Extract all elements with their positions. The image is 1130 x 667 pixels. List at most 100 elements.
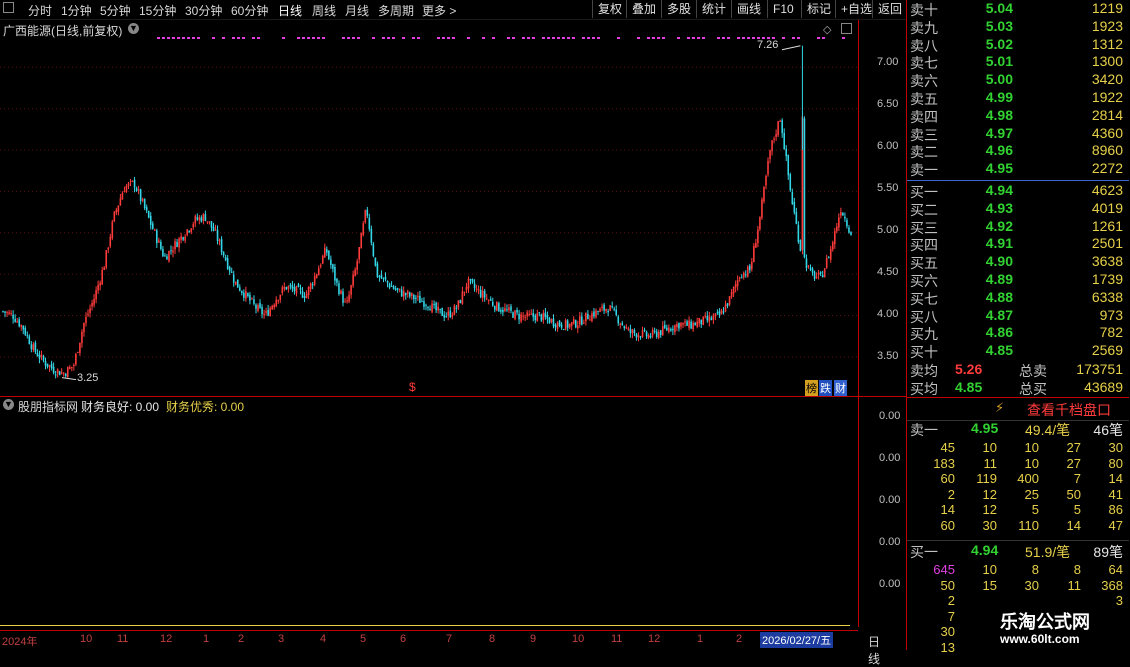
back-button[interactable]: 返回 [872,0,907,18]
price-tick: 6.50 [877,98,898,110]
candle-body [354,269,356,275]
bids-level-row[interactable]: 买三 4.92 1261 [909,218,1123,236]
candle-body [124,191,126,192]
adjust-button[interactable]: 复权 [592,0,627,18]
candle-body [205,214,207,221]
stats-button[interactable]: 统计 [696,0,731,18]
candle-body [429,309,431,311]
candle-body [437,307,439,311]
price-chart[interactable]: 广西能源(日线,前复权) ▼ ◇ 7.26 3.25 $ 榜 跌 财 [0,20,858,396]
candle-body [421,301,423,302]
candle-body [154,230,156,231]
rank-badge[interactable]: 榜 [805,380,818,396]
candle-body [176,242,178,247]
candle-body [721,310,723,314]
candle-body [381,275,383,279]
bids-level-row[interactable]: 买六 4.89 1739 [909,271,1123,289]
bids-level-row[interactable]: 买九 4.86 782 [909,324,1123,342]
signal-dot [237,37,240,39]
candle-body [385,277,387,280]
sell1-queue-avg: 49.4/笔 [1025,420,1070,440]
multi-stock-button[interactable]: 多股 [661,0,696,18]
avg-buy-label: 买均 [910,379,938,399]
asks-level-row[interactable]: 卖七 5.01 1300 [909,53,1123,71]
period-tab-daily[interactable]: 日线 [278,2,302,19]
diamond-icon[interactable]: ◇ [823,23,831,36]
queue-order-size: 15 [957,578,997,593]
candle-body [261,307,263,314]
candle-body [330,260,332,265]
candle-body [247,293,249,296]
asks-level-row[interactable]: 卖四 4.98 2814 [909,107,1123,125]
layout-toggle-icon[interactable] [3,2,14,13]
signal-dot [242,37,245,39]
candle-body [180,236,182,240]
candle-body [342,292,344,303]
asks-level-row[interactable]: 卖六 5.00 3420 [909,71,1123,89]
asks-level-row[interactable]: 卖八 5.02 1312 [909,36,1123,54]
candle-body [470,279,472,280]
date-tick: 11 [117,633,128,645]
period-tab-30min[interactable]: 30分钟 [185,2,222,19]
period-tab-15min[interactable]: 15分钟 [139,2,176,19]
bids-level-row[interactable]: 买四 4.91 2501 [909,235,1123,253]
draw-button[interactable]: 画线 [731,0,766,18]
bids-level-row[interactable]: 买五 4.90 3638 [909,253,1123,271]
thousand-level-link[interactable]: 查看千档盘口 [1027,400,1111,420]
candle-body [579,316,581,324]
period-tab-fenshi[interactable]: 分时 [28,2,52,19]
indicator-options-icon[interactable]: ▼ [3,399,14,410]
period-tab-5min[interactable]: 5分钟 [100,2,131,19]
candle-body [164,255,166,256]
asks-level-row[interactable]: 卖五 4.99 1922 [909,89,1123,107]
fall-badge[interactable]: 跌 [819,380,832,396]
asks-level-row[interactable]: 卖三 4.97 4360 [909,125,1123,143]
price-axis: 7.00 6.50 6.00 5.50 5.00 4.50 4.00 3.50 [858,20,907,396]
candle-body [346,300,348,301]
candle-body [409,293,411,297]
queue-order-size: 7 [1041,471,1081,486]
asks-level-row[interactable]: 卖一 4.95 2272 [909,160,1123,178]
overlay-button[interactable]: 叠加 [626,0,661,18]
period-tab-monthly[interactable]: 月线 [345,2,369,19]
avg-buy-row: 买均 4.85 总买 43689 [909,379,1123,397]
asks-level-row[interactable]: 卖九 5.03 1923 [909,18,1123,36]
asks-level-row[interactable]: 卖十 5.04 1219 [909,0,1123,18]
candle-body [458,301,460,308]
candle-body [561,324,563,327]
candle-body [769,150,771,159]
candle-body [638,335,640,337]
candle-body [757,229,759,242]
candle-body [472,279,474,282]
candle-body [215,229,217,230]
maximize-icon[interactable] [841,23,852,34]
candle-body [603,305,605,311]
candle-body [294,287,296,291]
bids-level-row[interactable]: 买二 4.93 4019 [909,200,1123,218]
asks-level-name: 卖一 [910,160,938,180]
add-watchlist-button[interactable]: +自选 [835,0,877,18]
candle-body [334,267,336,281]
candle-body [269,308,271,316]
queue-order-size: 10 [999,440,1039,455]
date-tick: 1 [697,633,703,645]
candle-body [298,284,300,287]
mark-button[interactable]: 标记 [801,0,836,18]
candle-body [217,230,219,241]
indicator-panel[interactable]: ▼ 股朋指标网 财务良好: 0.00 财务优秀: 0.00 [0,397,858,627]
period-tab-weekly[interactable]: 周线 [312,2,336,19]
finance-badge[interactable]: 财 [834,380,847,396]
bids-level-row[interactable]: 买八 4.87 973 [909,307,1123,325]
date-tick: 3 [278,633,284,645]
bids-level-row[interactable]: 买一 4.94 4623 [909,182,1123,200]
period-tab-multi[interactable]: 多周期 [378,2,414,19]
bids-level-row[interactable]: 买十 4.85 2569 [909,342,1123,360]
asks-level-row[interactable]: 卖二 4.96 8960 [909,142,1123,160]
period-tab-1min[interactable]: 1分钟 [61,2,92,19]
f10-button[interactable]: F10 [767,0,799,18]
thousand-link-bar[interactable]: ⚡ 查看千档盘口 [907,397,1129,421]
period-tab-more[interactable]: 更多 > [422,2,456,19]
period-tab-60min[interactable]: 60分钟 [231,2,268,19]
bids-level-row[interactable]: 买七 4.88 6338 [909,289,1123,307]
chart-options-icon[interactable]: ▼ [128,23,139,34]
